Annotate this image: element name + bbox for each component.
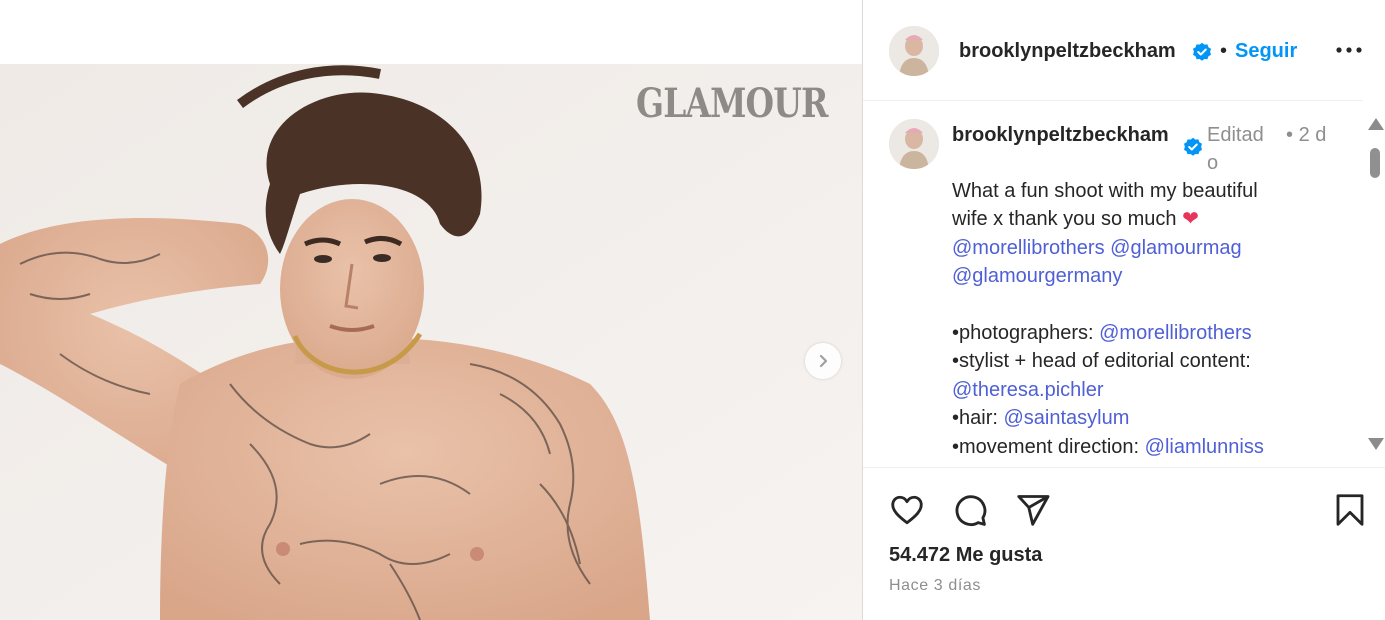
age-separator: •: [1286, 124, 1294, 146]
mention-link[interactable]: @theresa.pichler: [952, 379, 1103, 401]
caption-line: •stylist + head of editorial content:: [952, 350, 1251, 373]
author-username[interactable]: brooklynpeltzbeckham: [959, 40, 1176, 63]
likes-count[interactable]: 54.472 Me gusta: [889, 544, 1042, 567]
credit-label: •movement direction:: [952, 435, 1145, 458]
scroll-up-arrow-icon[interactable]: [1368, 118, 1384, 130]
glamour-logo: GLAMOUR: [636, 80, 828, 127]
mention-link[interactable]: @liamlunniss: [1145, 436, 1264, 458]
caption-line: @morellibrothers @glamourmag: [952, 234, 1312, 262]
scroll-down-arrow-icon[interactable]: [1368, 438, 1384, 450]
caption-line: @theresa.pichler: [952, 376, 1312, 404]
mention-link[interactable]: @saintasylum: [1003, 407, 1129, 429]
caption-line: wife x thank you so much ❤: [952, 205, 1312, 233]
mention-link[interactable]: @morellibrothers: [1099, 322, 1252, 344]
post-timestamp[interactable]: Hace 3 días: [889, 577, 981, 595]
avatar-image: [889, 119, 939, 169]
heart-emoji-icon: ❤: [1182, 208, 1199, 231]
follow-button[interactable]: Seguir: [1235, 40, 1297, 63]
caption-gap: [952, 291, 1312, 319]
post-header: brooklynpeltzbeckham • Seguir: [863, 4, 1363, 101]
caption-line: •photographers: @morellibrothers: [952, 319, 1312, 347]
next-slide-button[interactable]: [805, 343, 841, 379]
scrollbar-thumb[interactable]: [1370, 148, 1380, 178]
mention-link[interactable]: @glamourmag: [1110, 237, 1241, 259]
post-photo: [0, 64, 862, 620]
credit-label: •hair:: [952, 407, 1004, 430]
caption-line-text: wife x thank you so much: [952, 208, 1183, 231]
edited-label: Editado: [1207, 124, 1264, 174]
caption-author-avatar[interactable]: [889, 119, 939, 169]
bookmark-icon[interactable]: [1332, 492, 1368, 528]
caption-line: @glamourgermany: [952, 262, 1312, 290]
comments-scrollbar[interactable]: [1363, 116, 1385, 456]
age-value: 2 d: [1298, 124, 1327, 146]
mention-link[interactable]: @glamourgermany: [952, 265, 1122, 287]
caption-text: What a fun shoot with my beautiful wife …: [952, 177, 1312, 461]
speech-bubble-icon[interactable]: [952, 492, 988, 528]
chevron-right-icon: [819, 354, 828, 368]
credit-label: •photographers:: [952, 322, 1100, 345]
actions-divider: [863, 467, 1385, 468]
ellipsis-icon[interactable]: [1333, 38, 1365, 62]
post-sidebar: brooklynpeltzbeckham • Seguir brooklynpe…: [862, 0, 1385, 620]
verified-badge-icon: [1184, 137, 1202, 156]
comments-area[interactable]: brooklynpeltzbeckham Editado • 2 d What …: [863, 101, 1363, 467]
mention-link[interactable]: @morellibrothers: [952, 237, 1105, 259]
author-avatar[interactable]: [889, 26, 939, 76]
caption-username[interactable]: brooklynpeltzbeckham: [952, 121, 1170, 149]
caption-line: •hair: @saintasylum: [952, 404, 1312, 432]
verified-badge-icon: [1193, 42, 1211, 61]
avatar-image: [889, 26, 939, 76]
photo-illustration: [0, 64, 862, 620]
paper-plane-icon[interactable]: [1015, 492, 1051, 528]
caption-line: •movement direction: @liamlunniss: [952, 433, 1312, 461]
caption-age[interactable]: • 2 d: [1286, 121, 1336, 149]
heart-outline-icon[interactable]: [889, 492, 925, 528]
post-media: GLAMOUR: [0, 0, 862, 620]
caption-line: What a fun shoot with my beautiful: [952, 180, 1258, 202]
header-separator: •: [1220, 40, 1228, 62]
